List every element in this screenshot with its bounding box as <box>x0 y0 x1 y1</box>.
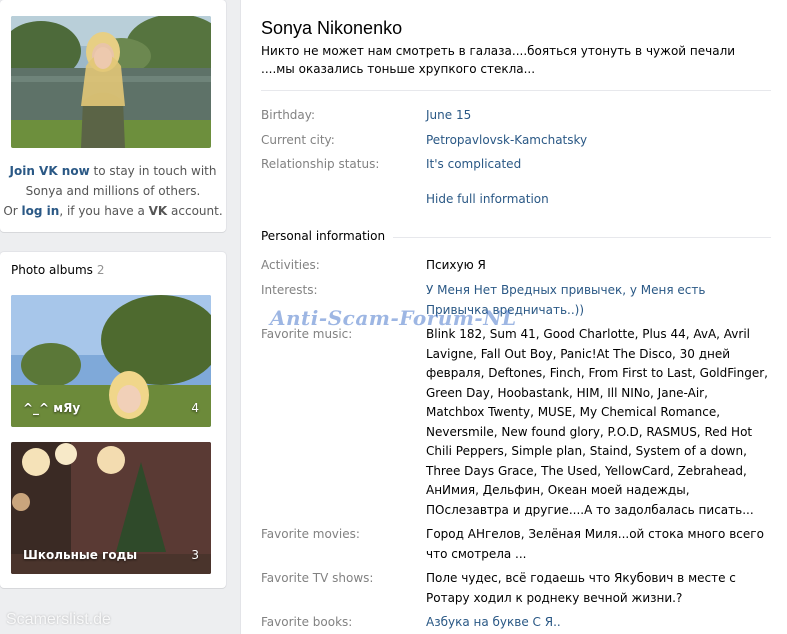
join-text: to stay in touch with <box>89 164 217 178</box>
watermark-center: Anti-Scam-Forum-NL <box>270 306 517 330</box>
photo-albums-card: Photo albums 2 ^_^ мЯу 4 Школьные годы 3 <box>0 252 226 588</box>
album-item[interactable]: ^_^ мЯу 4 <box>11 295 211 427</box>
books-link[interactable]: Азбука на букве С Я.. <box>426 613 768 633</box>
profile-status: Никто не может нам смотреть в галаза....… <box>261 44 736 76</box>
profile-photo[interactable] <box>11 16 211 148</box>
album-name: ^_^ мЯу <box>23 401 81 415</box>
profile-photo-card: Join VK now to stay in touch with Sonya … <box>0 0 226 232</box>
info-label: Favorite movies: <box>261 527 360 541</box>
album-name: Школьные годы <box>23 548 138 562</box>
divider <box>391 237 771 238</box>
album-count: 3 <box>191 548 199 562</box>
login-mid: , if you have a <box>59 204 149 218</box>
info-label: Current city: <box>261 132 335 147</box>
hide-full-info-link[interactable]: Hide full information <box>426 192 549 206</box>
info-label: Activities: <box>261 258 320 272</box>
info-label: Birthday: <box>261 108 316 122</box>
personal-info-title: Personal information <box>261 229 394 243</box>
login-post: account. <box>167 204 223 218</box>
profile-name: Sonya Nikonenko <box>261 18 403 38</box>
info-label: Favorite books: <box>261 615 353 629</box>
divider <box>261 90 771 91</box>
watermark-corner: Scamerslist.de <box>6 611 111 628</box>
relationship-link[interactable]: It's complicated <box>426 155 768 175</box>
album-count: 4 <box>191 401 199 415</box>
city-link[interactable]: Petropavlovsk-Kamchatsky <box>426 131 768 151</box>
album-item[interactable]: Школьные годы 3 <box>11 442 211 574</box>
info-value: Психую Я <box>426 258 486 272</box>
login-link[interactable]: log in <box>22 204 60 218</box>
info-value: Город АНгелов, Зелёная Миля...ой стока м… <box>426 527 764 561</box>
join-vk-link[interactable]: Join VK now <box>10 164 90 178</box>
join-vk-prompt: Join VK now to stay in touch with Sonya … <box>0 161 226 221</box>
albums-title: Photo albums <box>11 263 93 277</box>
birthday-link[interactable]: June 15 <box>426 106 768 126</box>
join-text-line2: Sonya and millions of others. <box>25 184 201 198</box>
info-value: Поле чудес, всё годаешь что Якубович в м… <box>426 571 736 605</box>
info-value: Blink 182, Sum 41, Good Charlotte, Plus … <box>426 327 768 517</box>
albums-header[interactable]: Photo albums 2 <box>11 263 105 277</box>
info-label: Favorite TV shows: <box>261 571 374 585</box>
info-label: Relationship status: <box>261 156 380 171</box>
login-pre: Or <box>3 204 22 218</box>
albums-count: 2 <box>96 263 105 277</box>
info-label: Interests: <box>261 283 318 297</box>
vk-brand: VK <box>148 204 168 218</box>
